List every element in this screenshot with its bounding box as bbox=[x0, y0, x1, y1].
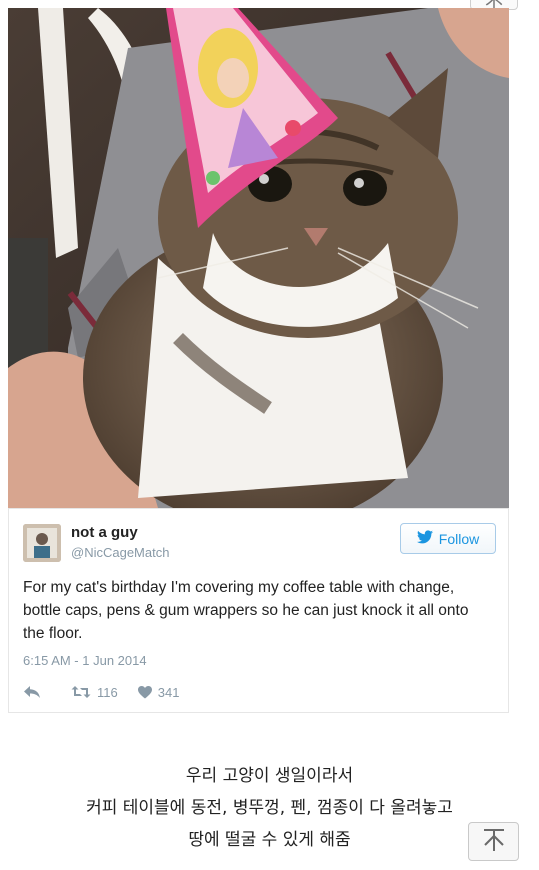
reply-action[interactable] bbox=[23, 685, 57, 699]
tweet-actions: 116 341 bbox=[23, 681, 179, 703]
retweet-action[interactable]: 116 bbox=[71, 685, 118, 700]
retweet-icon bbox=[71, 685, 91, 699]
like-count: 341 bbox=[157, 684, 180, 700]
user-handle[interactable]: @NicCageMatch bbox=[71, 545, 169, 560]
cat-photo bbox=[8, 8, 509, 508]
caption-line-1: 우리 고양이 생일이라서 bbox=[185, 766, 354, 786]
reply-icon bbox=[23, 685, 41, 699]
follow-label: Follow bbox=[438, 530, 480, 547]
scroll-to-top-button[interactable] bbox=[468, 822, 519, 861]
tweet-text: For my cat's birthday I'm covering my co… bbox=[23, 579, 469, 642]
heart-icon bbox=[137, 685, 152, 699]
twitter-bird-icon bbox=[416, 530, 433, 547]
tweet-card: not a guy @NicCageMatch Follow For my ca… bbox=[8, 508, 509, 713]
follow-button[interactable]: Follow bbox=[400, 523, 496, 554]
caption-line-2: 커피 테이블에 동전, 병뚜껑, 펜, 껌종이 다 올려놓고 bbox=[86, 798, 453, 818]
retweet-count: 116 bbox=[97, 684, 118, 700]
tweet-timestamp[interactable]: 6:15 AM - 1 Jun 2014 bbox=[23, 653, 147, 668]
scroll-top-icon bbox=[481, 827, 507, 857]
like-action[interactable]: 341 bbox=[137, 684, 180, 700]
user-display-name[interactable]: not a guy bbox=[71, 524, 138, 541]
caption-line-3: 땅에 떨굴 수 있게 해줌 bbox=[188, 830, 351, 850]
avatar[interactable] bbox=[23, 524, 61, 562]
